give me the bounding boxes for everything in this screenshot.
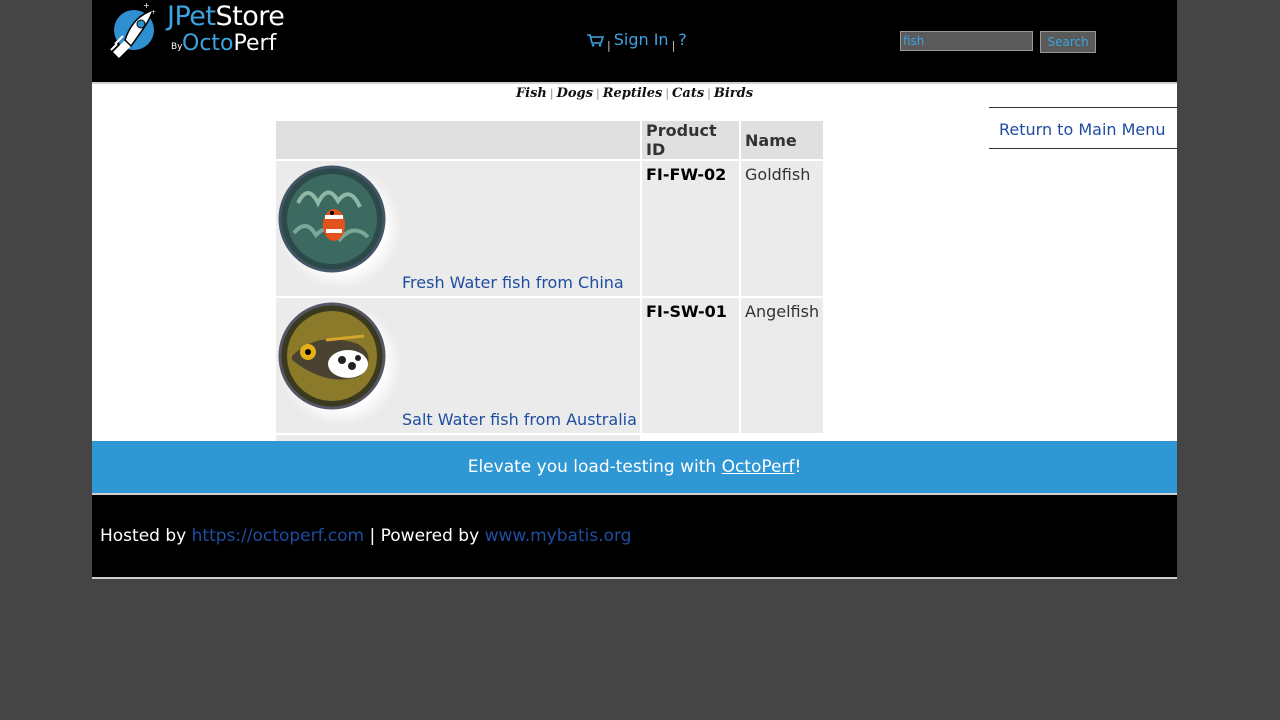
menu-separator: | (671, 39, 676, 52)
search-button[interactable]: Search (1040, 31, 1097, 53)
menu-separator: | (607, 39, 611, 52)
banner-text: Elevate you load-testing with (467, 457, 722, 477)
product-image-cell[interactable]: Fresh Water fish from China (276, 161, 640, 296)
quicklink-dogs[interactable]: Dogs (557, 86, 593, 101)
search-input[interactable] (900, 31, 1033, 51)
sign-in-link[interactable]: Sign In (614, 30, 669, 49)
quicklink-birds[interactable]: Birds (714, 86, 753, 101)
return-to-main-menu-link[interactable]: Return to Main Menu (989, 107, 1177, 149)
cart-icon[interactable] (586, 32, 605, 51)
table-row: Fresh Water fish from China FI-FW-02 Gol… (276, 161, 824, 296)
product-description-link[interactable]: Salt Water fish from Australia (402, 410, 637, 429)
quicklink-separator: | (707, 87, 711, 100)
quicklink-reptiles[interactable]: Reptiles (603, 86, 663, 101)
quicklink-fish[interactable]: Fish (516, 86, 547, 101)
jpetstore-logo[interactable]: + + JPetStore By OctoPerf (101, 0, 285, 62)
footer-text: Hosted by https://octoperf.com | Powered… (100, 526, 631, 546)
octoperf-link[interactable]: OctoPerf (722, 457, 795, 477)
footer-bottom-line (92, 577, 1177, 579)
footer: Hosted by https://octoperf.com | Powered… (92, 495, 1177, 577)
search-form: Search (900, 31, 1097, 53)
table-header-row: Product ID Name (276, 121, 824, 159)
column-header-image (276, 121, 640, 159)
mybatis-link[interactable]: www.mybatis.org (485, 526, 632, 546)
table-footer-cell (276, 435, 640, 441)
triggerfish-image (278, 302, 402, 426)
product-image-cell[interactable]: Salt Water fish from Australia (276, 298, 640, 433)
product-description-link[interactable]: Fresh Water fish from China (402, 273, 624, 292)
header: + + JPetStore By OctoPerf |Sign In|? Sea… (92, 0, 1177, 82)
page-wrapper: + + JPetStore By OctoPerf |Sign In|? Sea… (92, 0, 1177, 579)
logo-wordmark: JPetStore (167, 1, 285, 32)
product-id-cell[interactable]: FI-FW-02 (642, 161, 739, 296)
powered-by-label: | Powered by (364, 526, 485, 546)
banner-text-end: ! (794, 457, 802, 477)
promo-banner: Elevate you load-testing with OctoPerf! (92, 441, 1177, 493)
product-name-cell: Goldfish (741, 161, 824, 296)
hosted-by-label: Hosted by (100, 526, 192, 546)
help-link[interactable]: ? (678, 30, 687, 49)
menu-content: | Sign In |? (586, 30, 687, 52)
rocket-logo-icon: + + (110, 1, 156, 58)
octoperf-host-link[interactable]: https://octoperf.com (192, 526, 364, 546)
product-table: Product ID Name Fresh Water fish from Ch… (274, 119, 825, 443)
table-row: Salt Water fish from Australia FI-SW-01 … (276, 298, 824, 433)
quicklink-separator: | (549, 87, 554, 100)
clownfish-image (278, 165, 402, 289)
quicklink-separator: | (665, 87, 670, 100)
svg-text:+: + (151, 9, 156, 16)
logo-octoperf: OctoPerf (182, 31, 277, 56)
quicklinks: Fish | Dogs | Reptiles | Cats | Birds (92, 86, 1177, 101)
product-id-cell[interactable]: FI-SW-01 (642, 298, 739, 433)
main-content: Fish | Dogs | Reptiles | Cats | Birds Return to … (92, 84, 1177, 441)
product-name-cell: Angelfish (741, 298, 824, 433)
logo-by: By (171, 42, 183, 52)
table-footer-row (276, 435, 823, 441)
quicklink-separator: | (595, 87, 600, 100)
column-header-product-id: Product ID (642, 121, 739, 159)
quicklink-cats[interactable]: Cats (672, 86, 704, 101)
svg-text:+: + (143, 1, 150, 10)
column-header-name: Name (741, 121, 824, 159)
